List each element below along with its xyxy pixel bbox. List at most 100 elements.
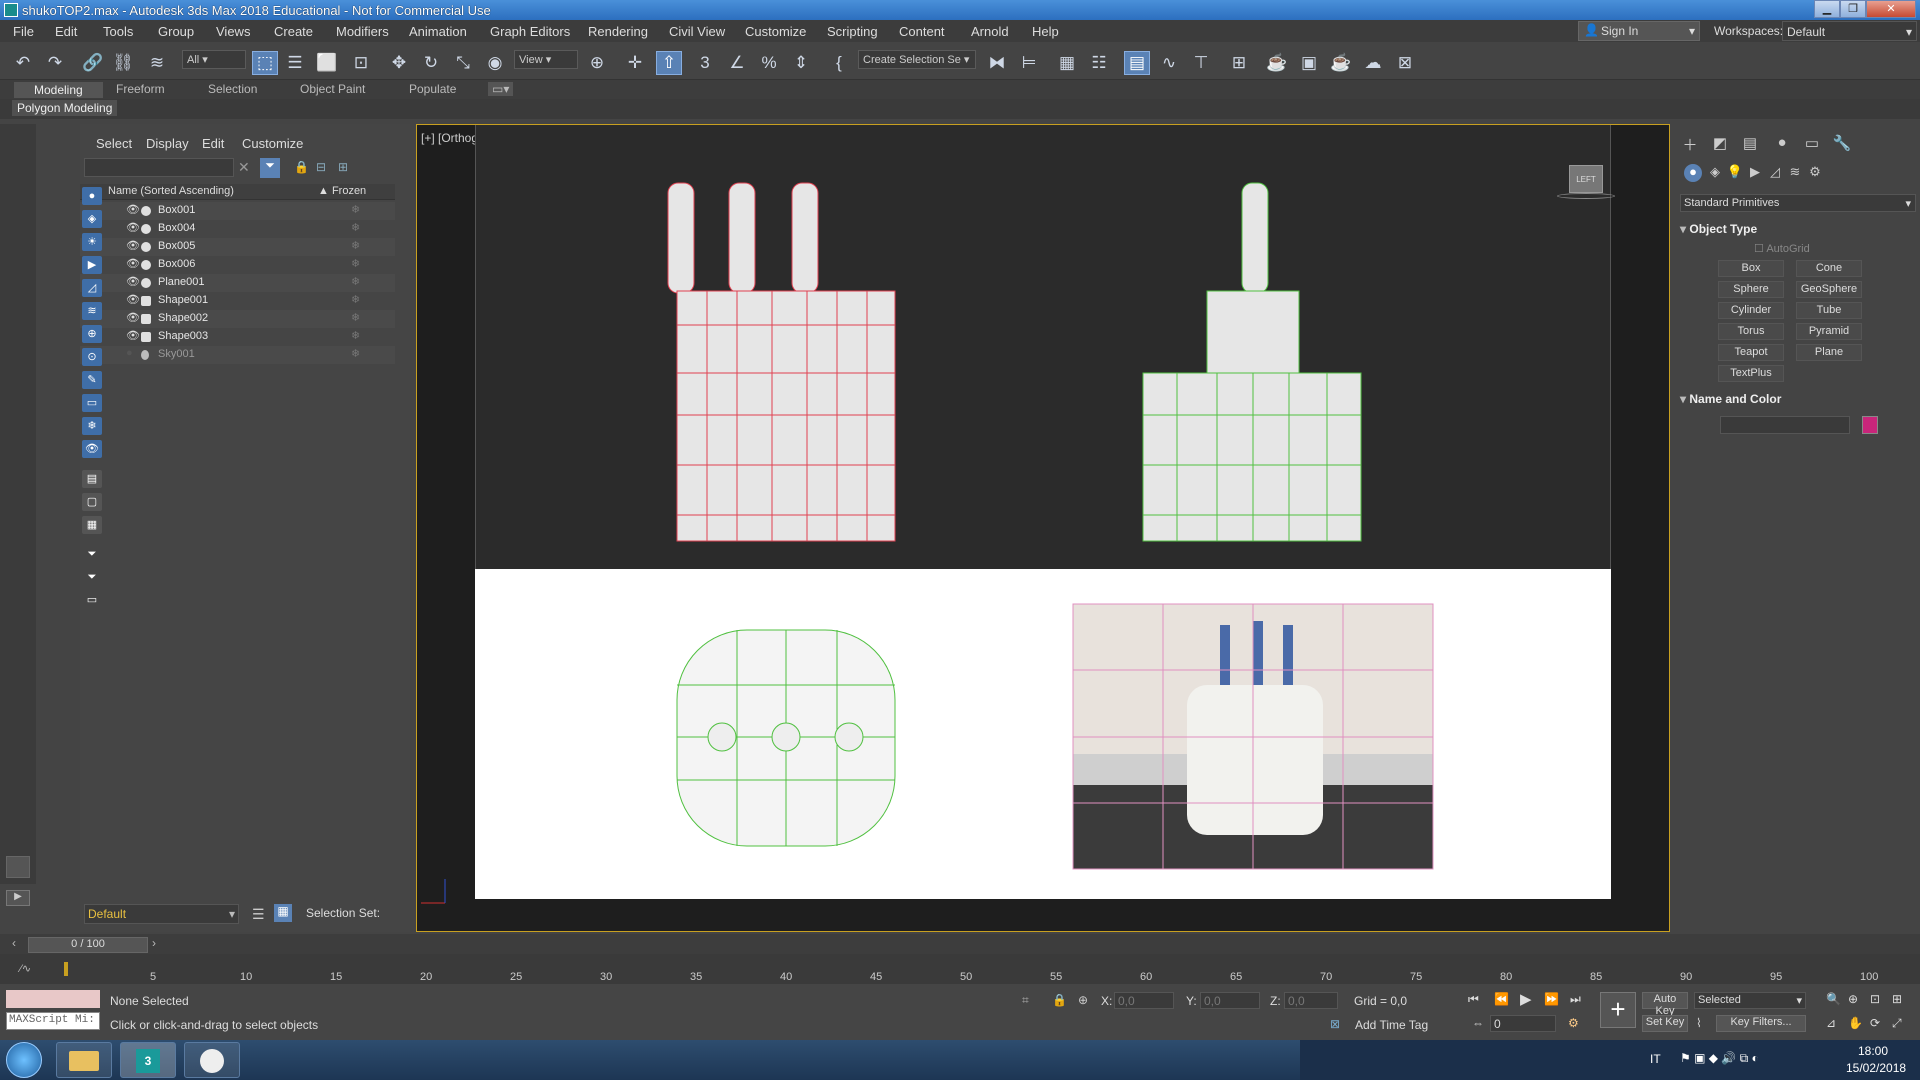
filter-funnel-icon[interactable]: ⏷	[82, 568, 102, 586]
invert-display-icon[interactable]: ▦	[82, 516, 102, 534]
textplus-button[interactable]: TextPlus	[1718, 365, 1784, 382]
absolute-mode-icon[interactable]: ⊕	[1078, 993, 1088, 1007]
key-mode-toggle-icon[interactable]: ⇔	[1472, 1016, 1484, 1030]
schematic-view-icon[interactable]: ⊤	[1188, 51, 1214, 75]
frozen-icon[interactable]: ❄	[351, 275, 360, 288]
eye-icon[interactable]: 👁	[126, 257, 140, 270]
sign-in-dropdown[interactable]: 👤 Sign In ▾	[1578, 21, 1700, 41]
layer-explorer-icon[interactable]: ☷	[1086, 51, 1112, 75]
keyboard-shortcut-override-icon[interactable]: ⇧	[656, 51, 682, 75]
key-filters-button[interactable]: Key Filters...	[1716, 1015, 1806, 1032]
scene-tab-customize[interactable]: Customize	[242, 136, 303, 151]
lights-icon[interactable]: 💡	[1726, 164, 1744, 182]
menu-tools[interactable]: Tools	[103, 24, 133, 39]
isolate-icon[interactable]: ⌗	[1022, 993, 1029, 1008]
tube-button[interactable]: Tube	[1796, 302, 1862, 319]
geometry-icon[interactable]: ●	[1684, 164, 1702, 182]
eye-icon[interactable]: ●	[126, 347, 133, 359]
zoom-extents-all-icon[interactable]: ⊞	[1892, 992, 1902, 1006]
menu-create[interactable]: Create	[274, 24, 313, 39]
frozen-icon[interactable]: ❄	[351, 203, 360, 216]
mirror-icon[interactable]: ⧓	[984, 51, 1010, 75]
place-icon[interactable]: ◉	[482, 51, 508, 75]
bind-space-warp-icon[interactable]: ≋	[144, 51, 170, 75]
z-coord-field[interactable]: 0,0	[1284, 992, 1338, 1009]
set-key-big-icon[interactable]: +	[1600, 992, 1636, 1028]
create-cameras-icon[interactable]: ▶	[82, 256, 102, 274]
spinner-snap-icon[interactable]: ⇕	[788, 51, 814, 75]
filter-funnel-icon[interactable]: ⏷	[82, 545, 102, 563]
pivot-center-icon[interactable]: ⊕	[584, 51, 610, 75]
systems-icon[interactable]: ⚙	[1806, 164, 1824, 182]
go-to-start-icon[interactable]: ⏮	[1468, 992, 1479, 1007]
scene-row-shape002[interactable]: 👁 Shape002 ❄	[80, 310, 395, 328]
3ds-max-taskbar-icon[interactable]: 3	[120, 1042, 176, 1078]
redo-icon[interactable]: ↷	[42, 51, 68, 75]
menu-civil-view[interactable]: Civil View	[669, 24, 725, 39]
previous-key-icon[interactable]: ⏪	[1494, 992, 1509, 1006]
scene-row-shape001[interactable]: 👁 Shape001 ❄	[80, 292, 395, 310]
bones-icon[interactable]: ✎	[82, 371, 102, 389]
render-production-icon[interactable]: ☕	[1328, 51, 1354, 75]
current-time-marker[interactable]	[64, 962, 68, 976]
zoom-extents-icon[interactable]: ⊡	[1870, 992, 1880, 1006]
link-icon[interactable]: 🔗	[80, 51, 106, 75]
align-icon[interactable]: ⊨	[1016, 51, 1042, 75]
expand-icon[interactable]: ▶	[6, 890, 30, 906]
name-color-rollout[interactable]: ▾ Name and Color	[1680, 392, 1916, 408]
layer-icon[interactable]: ⊞	[338, 160, 348, 174]
window-crossing-icon[interactable]: ⊡	[348, 51, 374, 75]
orbit-icon[interactable]: ⟳	[1870, 1016, 1880, 1030]
scene-row-box006[interactable]: 👁 Box006 ❄	[80, 256, 395, 274]
scene-row-box005[interactable]: 👁 Box005 ❄	[80, 238, 395, 256]
motion-tab-icon[interactable]: ●	[1772, 134, 1792, 152]
scale-icon[interactable]: ⤡	[450, 51, 476, 75]
autogrid-checkbox[interactable]: ☐ AutoGrid	[1754, 242, 1810, 255]
hidden-filter-icon[interactable]: 👁	[82, 440, 102, 458]
pyramid-button[interactable]: Pyramid	[1796, 323, 1862, 340]
lock-icon[interactable]: 🔒	[294, 160, 309, 174]
time-config-icon[interactable]: ⚙	[1568, 1016, 1579, 1030]
next-key-icon[interactable]: ⏩	[1544, 992, 1559, 1006]
play-icon[interactable]: ▶	[1520, 990, 1532, 1008]
x-coord-field[interactable]: 0,0	[1114, 992, 1174, 1009]
shapes-icon[interactable]: ◈	[1706, 164, 1724, 182]
eye-icon[interactable]: 👁	[126, 293, 140, 306]
scene-row-box001[interactable]: 👁 Box001 ❄	[80, 202, 395, 220]
lock-selection-icon[interactable]: 🔒	[1052, 993, 1067, 1007]
object-name-input[interactable]	[1720, 416, 1850, 434]
scene-search-input[interactable]	[84, 158, 234, 177]
eye-icon[interactable]: 👁	[126, 275, 140, 288]
rendered-frame-icon[interactable]: ▣	[1296, 51, 1322, 75]
set-key-button[interactable]: Set Key	[1642, 1015, 1688, 1032]
torus-button[interactable]: Torus	[1718, 323, 1784, 340]
menu-graph-editors[interactable]: Graph Editors	[490, 24, 570, 39]
pan-icon[interactable]: ✋	[1848, 1016, 1863, 1030]
reference-coord-dropdown[interactable]: View ▾	[514, 50, 578, 69]
container-icon[interactable]: ▭	[82, 591, 102, 609]
default-in-out-tangent-icon[interactable]: ⌇	[1696, 1016, 1702, 1030]
scene-tab-display[interactable]: Display	[146, 136, 189, 151]
menu-edit[interactable]: Edit	[55, 24, 77, 39]
maxscript-mini-listener[interactable]: MAXScript Mi:	[6, 1012, 100, 1030]
rotate-icon[interactable]: ↻	[418, 51, 444, 75]
tab-populate[interactable]: Populate	[409, 82, 456, 96]
scene-tab-select[interactable]: Select	[96, 136, 132, 151]
create-shapes-icon[interactable]: ◈	[82, 210, 102, 228]
prev-frame-icon[interactable]: ‹	[12, 936, 16, 950]
col-frozen[interactable]: ▲ Frozen	[318, 185, 366, 197]
menu-animation[interactable]: Animation	[409, 24, 467, 39]
rect-selection-icon[interactable]: ⬜	[314, 51, 340, 75]
object-type-rollout[interactable]: ▾ Object Type	[1680, 222, 1916, 238]
zoom-all-icon[interactable]: ⊕	[1848, 992, 1858, 1006]
eye-icon[interactable]: 👁	[126, 239, 140, 252]
auto-key-button[interactable]: Auto Key	[1642, 992, 1688, 1017]
select-by-name-icon[interactable]: ☰	[282, 51, 308, 75]
paint-taskbar-icon[interactable]	[184, 1042, 240, 1078]
maximize-button[interactable]: ❐	[1840, 0, 1866, 18]
polygon-modeling-panel[interactable]: Polygon Modeling	[12, 100, 118, 116]
cone-button[interactable]: Cone	[1796, 260, 1862, 277]
edit-named-selection-icon[interactable]: {	[826, 51, 852, 75]
space-warps-icon[interactable]: ≋	[82, 302, 102, 320]
selection-filter-dropdown[interactable]: All ▾	[182, 50, 246, 69]
